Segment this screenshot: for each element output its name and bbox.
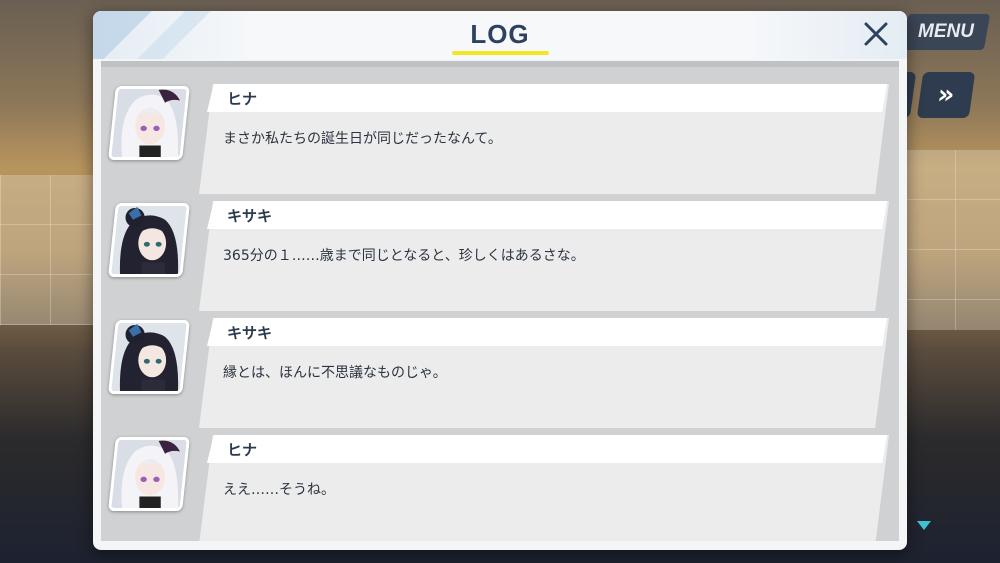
speaker-bar — [207, 435, 887, 463]
log-dialog: LOG ヒナ まさか私たちの誕生日が同じだったなんて。 キサキ 365分の１……… — [93, 11, 907, 550]
log-title: LOG — [470, 19, 530, 49]
menu-button-label: MENU — [918, 21, 974, 42]
speaker-bar — [207, 318, 887, 346]
fast-forward-icon: » — [935, 80, 957, 110]
dialogue-text: 縁とは、ほんに不思議なものじゃ。 — [223, 365, 447, 381]
background-wall-left — [0, 175, 100, 325]
log-entry: キサキ 縁とは、ほんに不思議なものじゃ。 — [101, 305, 899, 428]
dialogue-text: ええ……そうね。 — [223, 482, 335, 498]
hina-portrait-icon — [108, 86, 190, 160]
close-button[interactable] — [861, 19, 891, 49]
scroll-down-icon[interactable] — [917, 521, 931, 530]
menu-button[interactable]: MENU — [901, 14, 991, 50]
log-list[interactable]: ヒナ まさか私たちの誕生日が同じだったなんて。 キサキ 365分の１……歳まで同… — [101, 61, 899, 541]
list-top-edge — [101, 61, 899, 67]
kisaki-portrait-icon — [108, 203, 190, 277]
title-underline — [452, 51, 549, 55]
speaker-name: ヒナ — [227, 441, 258, 459]
speaker-name: ヒナ — [227, 90, 258, 108]
log-entry: ヒナ ええ……そうね。 — [101, 422, 899, 541]
speaker-name: キサキ — [227, 207, 273, 225]
kisaki-portrait-icon — [108, 320, 190, 394]
dialogue-text: 365分の１……歳まで同じとなると、珍しくはあるさな。 — [223, 248, 585, 264]
skip-button[interactable]: » — [916, 72, 976, 118]
speaker-bar — [207, 84, 887, 112]
close-icon — [864, 22, 888, 46]
hina-portrait-icon — [108, 437, 190, 511]
background-wall-right — [905, 150, 1000, 330]
dialogue-text: まさか私たちの誕生日が同じだったなんて。 — [223, 131, 502, 147]
speaker-bar — [207, 201, 887, 229]
log-entry: キサキ 365分の１……歳まで同じとなると、珍しくはあるさな。 — [101, 188, 899, 311]
speaker-name: キサキ — [227, 324, 273, 342]
log-entry: ヒナ まさか私たちの誕生日が同じだったなんて。 — [101, 71, 899, 194]
